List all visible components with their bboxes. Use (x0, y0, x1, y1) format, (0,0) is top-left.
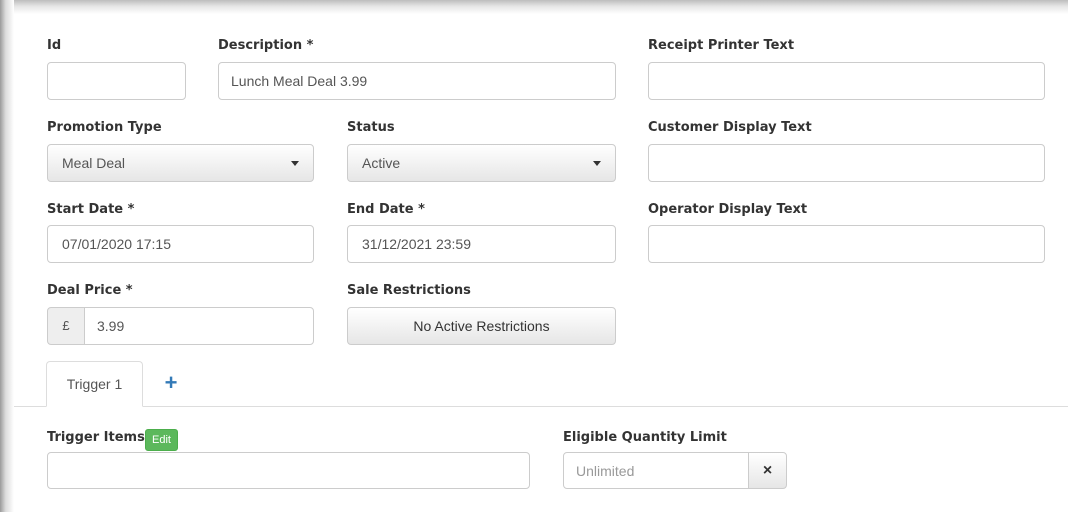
promotion-type-select[interactable]: Meal Deal (47, 144, 314, 182)
tab-bar-divider (14, 406, 1068, 407)
tab-trigger-1[interactable]: Trigger 1 (46, 361, 143, 407)
start-date-input[interactable]: 07/01/2020 17:15 (47, 225, 314, 263)
description-label: Description * (218, 38, 314, 53)
promotion-type-label: Promotion Type (47, 120, 162, 135)
id-input[interactable] (47, 62, 186, 100)
currency-addon: £ (47, 307, 85, 345)
deal-price-input[interactable]: 3.99 (84, 307, 314, 345)
end-date-label: End Date * (347, 202, 425, 217)
receipt-printer-text-input[interactable] (648, 62, 1045, 100)
sale-restrictions-label: Sale Restrictions (347, 283, 471, 298)
trigger-items-label: Trigger Items (47, 430, 145, 445)
window-frame-left (0, 0, 14, 512)
customer-display-text-input[interactable] (648, 144, 1045, 182)
operator-display-text-input[interactable] (648, 225, 1045, 263)
edit-trigger-items-button[interactable]: Edit (145, 429, 178, 451)
deal-price-label: Deal Price * (47, 283, 133, 298)
close-icon[interactable]: × (748, 452, 787, 489)
caret-down-icon (593, 161, 601, 166)
trigger-items-input[interactable] (47, 452, 530, 489)
eligible-quantity-limit-label: Eligible Quantity Limit (563, 430, 727, 445)
customer-display-text-label: Customer Display Text (648, 120, 812, 135)
end-date-input[interactable]: 31/12/2021 23:59 (347, 225, 616, 263)
plus-icon[interactable]: + (158, 368, 184, 398)
sale-restrictions-button[interactable]: No Active Restrictions (347, 307, 616, 345)
caret-down-icon (291, 161, 299, 166)
promotion-type-value: Meal Deal (62, 155, 126, 171)
eligible-quantity-input[interactable]: Unlimited (563, 452, 749, 489)
receipt-printer-text-label: Receipt Printer Text (648, 38, 795, 53)
id-label: Id (47, 38, 62, 53)
status-value: Active (362, 155, 401, 171)
status-label: Status (347, 120, 395, 135)
window-frame-top (0, 0, 1068, 14)
status-select[interactable]: Active (347, 144, 616, 182)
operator-display-text-label: Operator Display Text (648, 202, 808, 217)
description-input[interactable]: Lunch Meal Deal 3.99 (218, 62, 616, 100)
start-date-label: Start Date * (47, 202, 135, 217)
